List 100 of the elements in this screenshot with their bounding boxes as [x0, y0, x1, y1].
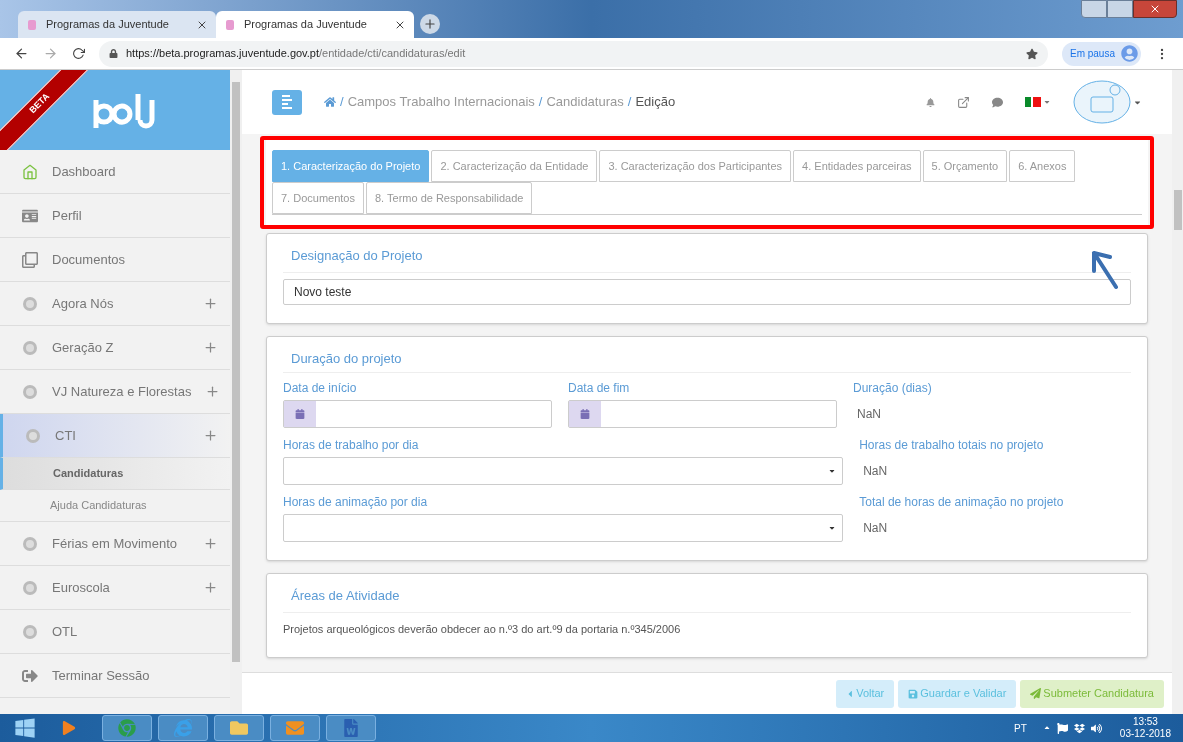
avatar-icon	[1121, 45, 1138, 62]
flag-icon[interactable]	[1056, 722, 1068, 734]
breadcrumb-separator: /	[340, 93, 344, 112]
site-favicon	[224, 18, 236, 31]
star-icon[interactable]	[1025, 47, 1038, 60]
plus-icon	[423, 17, 437, 31]
tray-caret-icon[interactable]	[1042, 724, 1051, 732]
profile-button[interactable]: Em pausa	[1061, 41, 1141, 66]
note-text: Projetos arqueológicos deverão obdecer ao n.º3 do art.º9 da portaria n.º345/2006	[283, 621, 682, 637]
menu-toggle-button[interactable]	[272, 89, 302, 115]
section-title: Áreas de Atividade	[283, 586, 1131, 613]
id-card-icon	[22, 207, 38, 224]
sidebar-item[interactable]: Geração Z	[0, 326, 230, 370]
breadcrumb-separator: /	[627, 93, 632, 112]
calendar-icon	[580, 409, 590, 419]
tab[interactable]: 2. Caracterização da Entidade	[431, 150, 598, 182]
section-title: Duração do projeto	[283, 348, 1131, 373]
chat-icon[interactable]	[992, 96, 1003, 108]
lock-icon	[109, 49, 118, 58]
close-window-button[interactable]	[1133, 0, 1177, 18]
home-icon	[22, 163, 38, 180]
section-title: Designação do Projeto	[283, 246, 1131, 273]
sidebar-item[interactable]: Férias em Movimento	[0, 522, 230, 566]
browser-tab[interactable]: Programas da Juventude	[18, 11, 216, 38]
tab[interactable]: 4. Entidades parceiras	[793, 150, 921, 182]
field-label: Horas de trabalho por dia	[283, 437, 420, 454]
sidebar-item[interactable]: Euroscola	[0, 566, 230, 610]
select-field[interactable]	[283, 514, 844, 542]
volume-icon[interactable]	[1090, 722, 1102, 734]
field-label: Horas de animação por dia	[283, 494, 429, 511]
new-tab-button[interactable]	[420, 14, 440, 34]
tab-title: Programas da Juventude	[244, 17, 368, 33]
tab-title: Programas da Juventude	[46, 17, 170, 33]
start-button[interactable]	[14, 717, 36, 739]
tab[interactable]: 1. Caracterização do Projeto	[272, 150, 430, 182]
plus-icon[interactable]	[203, 536, 218, 551]
program-logo-icon	[22, 295, 38, 312]
url-text: https://beta.programas.juventude.gov.pt/entidade/cti/candidaturas/edit	[126, 46, 467, 62]
sidebar-subitem[interactable]: Candidaturas	[0, 458, 230, 490]
maximize-button[interactable]	[1107, 0, 1133, 18]
tab[interactable]: 8. Termo de Responsabilidade	[366, 182, 533, 214]
date-field[interactable]	[568, 400, 837, 428]
forward-icon[interactable]	[43, 46, 58, 61]
address-bar[interactable]: https://beta.programas.juventude.gov.pt/entidade/cti/candidaturas/edit	[99, 40, 1048, 67]
field-label: Data de fim	[568, 380, 631, 397]
program-logo-icon	[22, 623, 38, 640]
send-icon	[1030, 688, 1042, 699]
input-field[interactable]: Novo teste	[283, 278, 1131, 305]
select-field[interactable]	[283, 457, 844, 485]
tab[interactable]: 6. Anexos	[1009, 150, 1076, 182]
tab[interactable]: 5. Orçamento	[922, 150, 1008, 182]
minimize-button[interactable]	[1081, 0, 1107, 18]
readout-value: NaN	[856, 406, 882, 423]
sidebar-item[interactable]: CTI	[0, 414, 230, 458]
breadcrumb-item[interactable]: Campos Trabalho Internacionais	[347, 92, 535, 112]
plus-icon[interactable]	[203, 428, 218, 443]
sign-out-icon	[22, 667, 38, 684]
caret-icon	[828, 524, 837, 532]
breadcrumb-item[interactable]: Candidaturas	[546, 92, 624, 112]
readout-value: NaN	[862, 520, 889, 537]
back-icon[interactable]	[14, 46, 29, 61]
program-logo-icon	[22, 579, 38, 596]
sidebar-item[interactable]: Perfil	[0, 194, 230, 238]
bell-icon[interactable]	[926, 97, 935, 107]
media-player-icon[interactable]	[62, 721, 76, 735]
date-field[interactable]	[283, 400, 552, 428]
browser-tab[interactable]: Programas da Juventude	[216, 11, 414, 38]
program-logo-icon	[22, 339, 38, 356]
calendar-icon	[295, 409, 305, 419]
language-indicator[interactable]: PT	[1014, 720, 1027, 736]
tab[interactable]: 7. Documentos	[272, 182, 364, 214]
caret-icon	[828, 467, 837, 475]
field-label: Horas de trabalho totais no projeto	[859, 437, 1045, 454]
dropbox-icon[interactable]	[1073, 722, 1085, 734]
field-label: Duração (dias)	[853, 380, 933, 397]
field-label: Total de horas de animação no projeto	[859, 494, 1065, 511]
clock[interactable]: 13:53 03-12-2018	[1107, 716, 1183, 740]
documents-icon	[22, 251, 38, 268]
page-scrollbar[interactable]	[1172, 70, 1183, 714]
caret-icon	[846, 688, 855, 699]
reload-icon[interactable]	[72, 47, 85, 60]
breadcrumb-item: Edição	[635, 93, 676, 112]
program-logo-icon	[22, 535, 38, 552]
field-label: Data de início	[283, 380, 358, 397]
plus-icon[interactable]	[203, 296, 218, 311]
plus-icon[interactable]	[203, 340, 218, 355]
breadcrumb-separator: /	[538, 93, 543, 112]
sidebar-scrollbar[interactable]	[230, 70, 242, 714]
program-logo-icon	[22, 383, 38, 400]
save-icon	[908, 688, 919, 699]
folder-icon[interactable]	[230, 719, 248, 737]
flag-icon[interactable]	[1025, 97, 1051, 107]
external-link-icon[interactable]	[957, 95, 970, 109]
close-icon	[1149, 3, 1161, 15]
plus-icon[interactable]	[203, 580, 218, 595]
plus-icon[interactable]	[205, 384, 221, 399]
word-icon[interactable]	[342, 719, 360, 737]
tab[interactable]: 3. Caracterização dos Participantes	[599, 150, 792, 182]
sidebar-item[interactable]: Agora Nós	[0, 282, 230, 326]
home-icon[interactable]	[324, 96, 336, 108]
